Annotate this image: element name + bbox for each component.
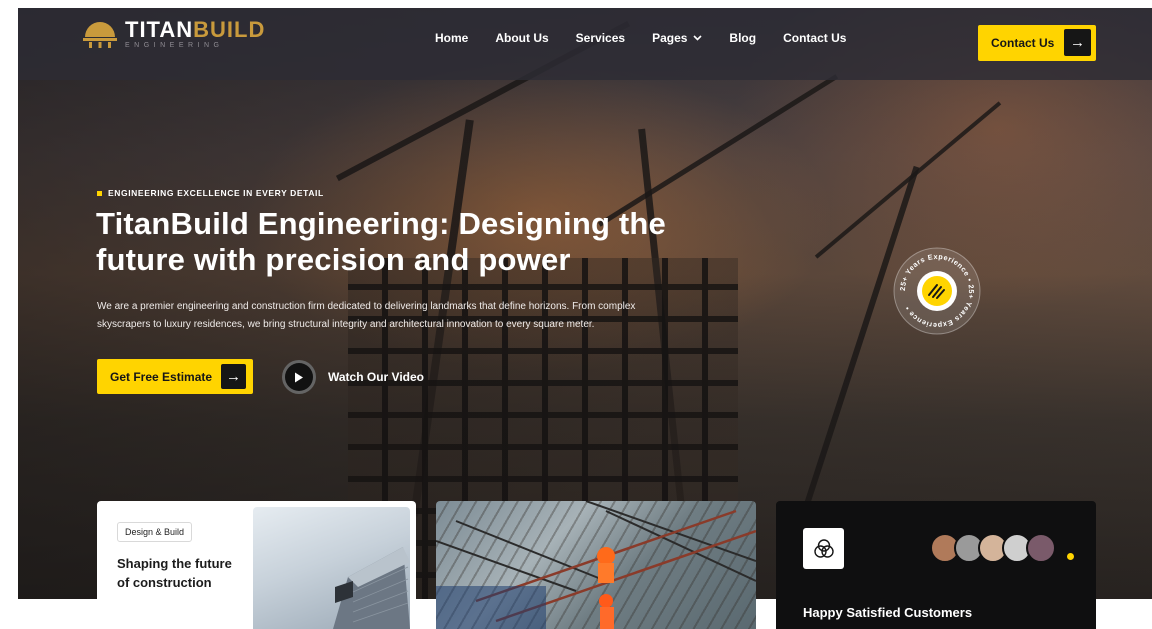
hero-eyebrow: ENGINEERING EXCELLENCE IN EVERY DETAIL	[97, 188, 324, 198]
chevron-down-icon	[693, 33, 702, 43]
avatar	[1026, 533, 1056, 563]
card-title: Shaping the future of construction	[117, 556, 232, 590]
watch-video-label: Watch Our Video	[328, 370, 425, 384]
eyebrow-marker	[97, 190, 102, 196]
design-build-card[interactable]: Design & Build Shaping the future of con…	[97, 501, 416, 629]
description-line-2: skyscrapers to luxury residences, we bri…	[97, 319, 595, 330]
header-contact-label: Contact Us	[991, 36, 1055, 50]
arrow-right-icon: →	[221, 364, 246, 389]
nav-item-pages[interactable]: Pages	[652, 31, 702, 45]
logo-name-part2: BUILD	[193, 17, 266, 42]
venn-circles-icon	[803, 528, 844, 569]
hero-description: We are a premier engineering and constru…	[97, 298, 737, 334]
logo-name-part1: TITAN	[125, 17, 194, 42]
experience-badge: 25+ Years Experience • 25+ Years Experie…	[893, 247, 981, 335]
play-icon	[282, 360, 316, 394]
logo[interactable]: TITANBUILD ENGINEERING	[83, 19, 265, 49]
nav-item-contact[interactable]: Contact Us	[783, 31, 846, 45]
hero-headline: TitanBuild Engineering: Designing the fu…	[96, 206, 776, 278]
nav-item-label: Home	[435, 31, 469, 45]
customer-avatars	[930, 533, 1056, 563]
description-line-1: We are a premier engineering and constru…	[97, 301, 636, 312]
headline-line-2: future with precision and power	[96, 242, 571, 277]
logo-icon	[83, 19, 117, 49]
status-dot	[1067, 553, 1074, 560]
construction-site-image	[436, 501, 756, 629]
arrow-right-icon: →	[1064, 29, 1091, 56]
customers-card[interactable]: Happy Satisfied Customers	[776, 501, 1096, 629]
nav-item-label: Contact Us	[783, 31, 847, 45]
nav-item-blog[interactable]: Blog	[729, 31, 756, 45]
logo-tagline: ENGINEERING	[125, 42, 224, 49]
nav-item-label: Pages	[652, 31, 688, 45]
get-estimate-button[interactable]: Get Free Estimate →	[97, 359, 253, 394]
nav-item-home[interactable]: Home	[435, 31, 468, 45]
nav-item-about[interactable]: About Us	[495, 31, 548, 45]
customers-title: Happy Satisfied Customers	[803, 605, 973, 620]
get-estimate-label: Get Free Estimate	[110, 369, 213, 384]
main-nav: Home About Us Services Pages Blog Contac…	[435, 31, 873, 45]
nav-item-label: Blog	[729, 31, 757, 45]
nav-item-services[interactable]: Services	[576, 31, 625, 45]
card-tag: Design & Build	[117, 522, 193, 542]
header-contact-button[interactable]: Contact Us →	[978, 25, 1096, 61]
watch-video-button[interactable]: Watch Our Video	[282, 360, 424, 394]
nav-item-label: About Us	[495, 31, 549, 45]
nav-item-label: Services	[575, 31, 626, 45]
eyebrow-text: ENGINEERING EXCELLENCE IN EVERY DETAIL	[108, 188, 324, 198]
construction-site-image-card[interactable]	[436, 501, 756, 629]
headline-line-1: TitanBuild Engineering: Designing the	[96, 206, 667, 241]
building-image	[253, 507, 410, 629]
